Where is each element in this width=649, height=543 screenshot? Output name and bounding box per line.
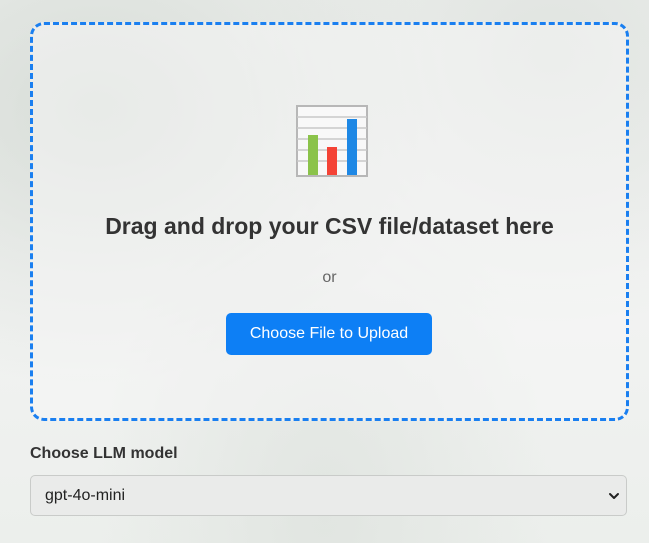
bar-chart-icon xyxy=(296,105,368,177)
dropzone-title: Drag and drop your CSV file/dataset here xyxy=(105,213,554,239)
bar-chart-icon-red-bar xyxy=(327,147,337,175)
model-select-label: Choose LLM model xyxy=(30,445,178,462)
or-separator: or xyxy=(322,269,337,286)
bar-chart-icon-blue-bar xyxy=(347,119,357,175)
choose-file-button[interactable]: Choose File to Upload xyxy=(226,313,432,355)
model-select-value: gpt-4o-mini xyxy=(45,487,126,504)
bar-chart-icon-green-bar xyxy=(308,135,318,175)
model-select[interactable]: gpt-4o-mini xyxy=(30,475,627,516)
csv-dropzone[interactable]: Drag and drop your CSV file/dataset here… xyxy=(30,22,629,421)
chevron-down-icon xyxy=(609,493,619,499)
